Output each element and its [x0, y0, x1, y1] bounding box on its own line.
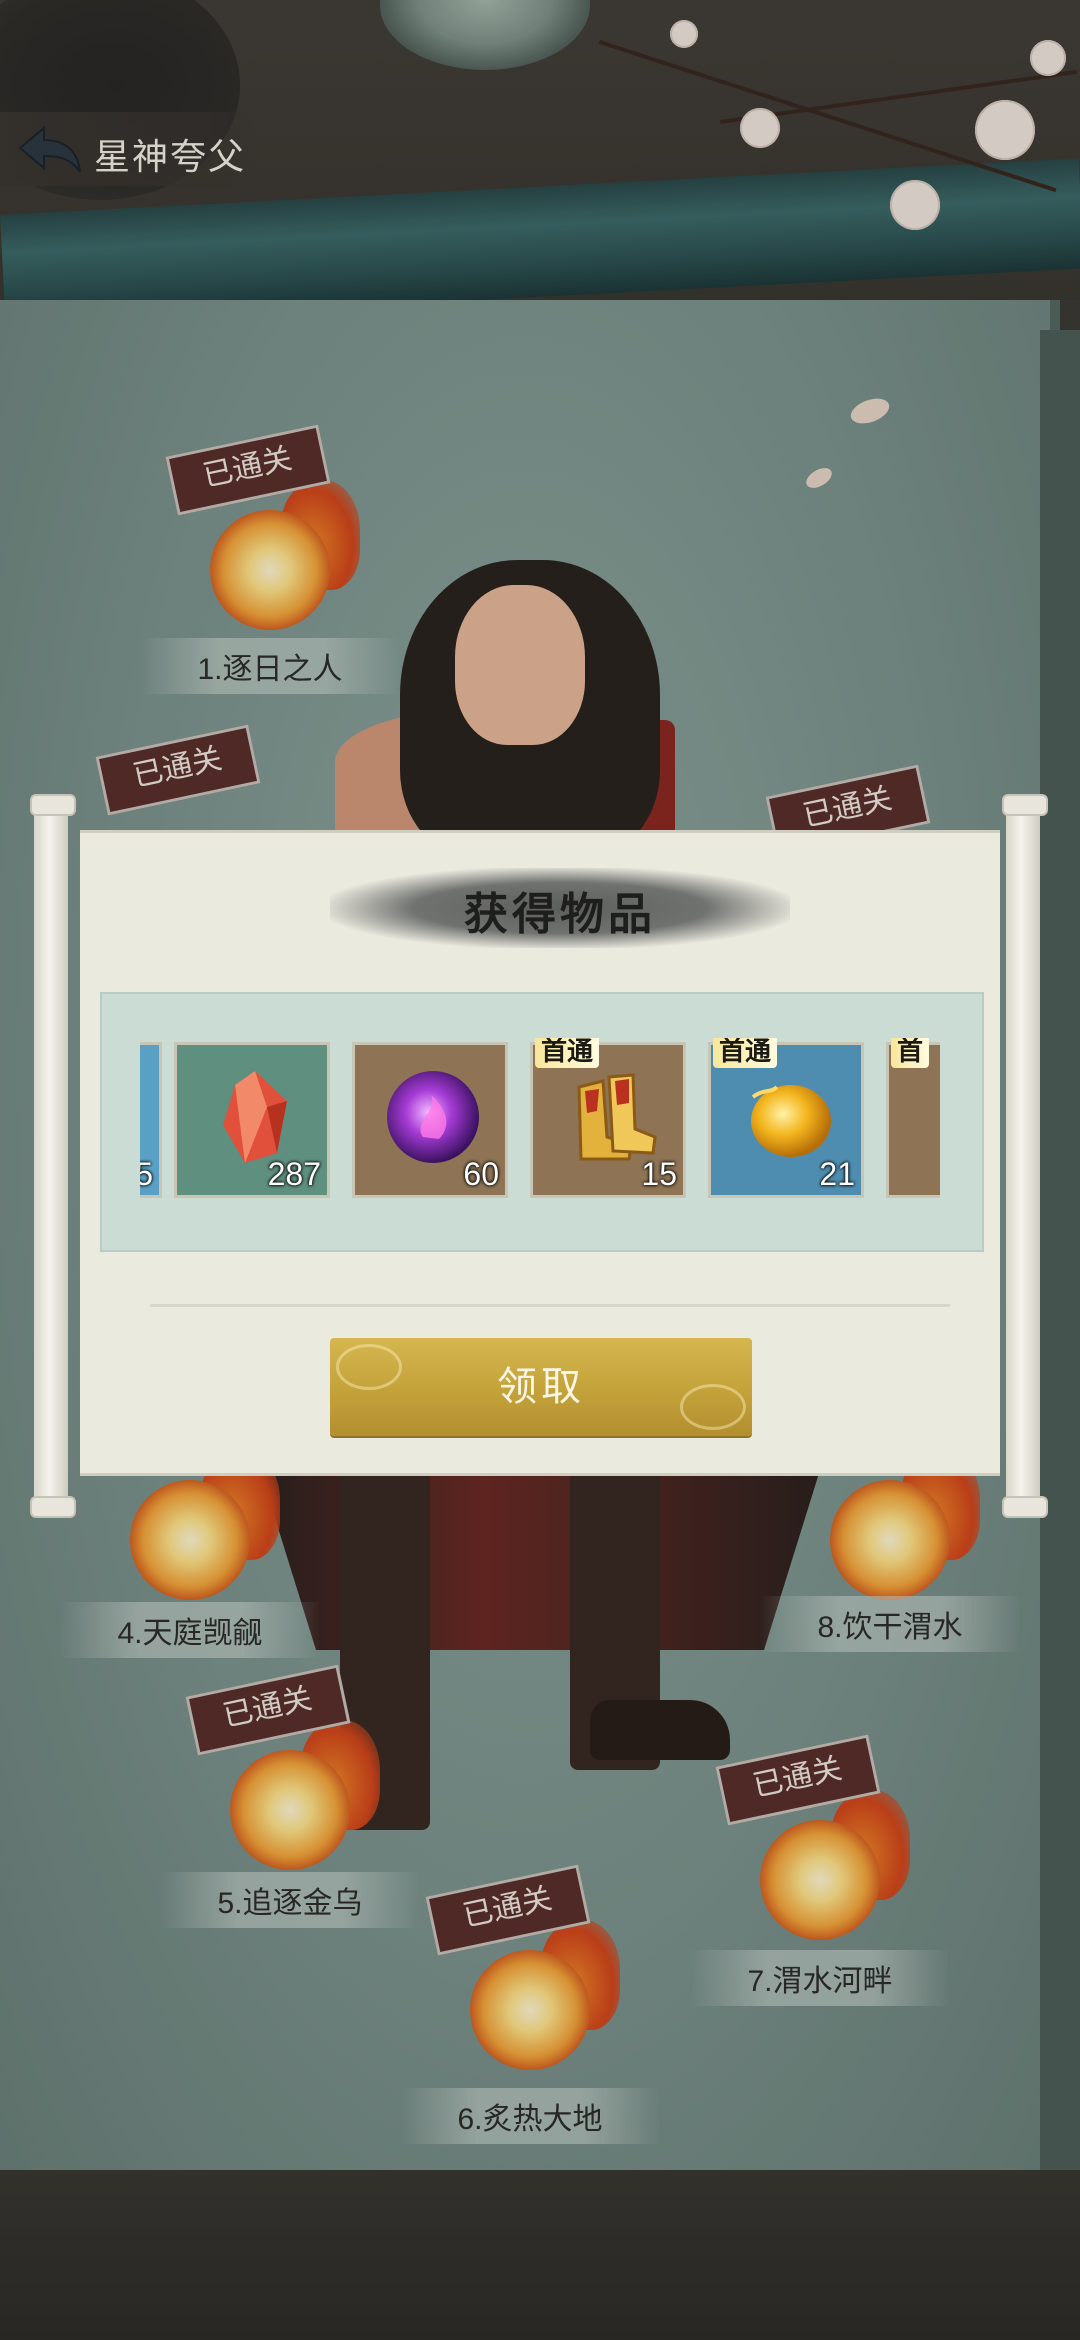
first-clear-badge: 首通 [535, 1038, 600, 1068]
reward-item[interactable]: 首通 21 [708, 1038, 864, 1198]
dialog-divider [150, 1284, 950, 1307]
reward-items-panel[interactable]: 5 287 60 首通 15 首通 21 首 [100, 992, 984, 1252]
reward-item[interactable]: 287 [174, 1042, 330, 1198]
first-clear-badge: 首 [891, 1038, 930, 1068]
gold-ingot-icon [751, 1085, 831, 1157]
rod-cap [1002, 1496, 1048, 1518]
item-count: 15 [641, 1156, 677, 1192]
map-scene: 已通关 1.逐日之人 已通关 已通关 4.天庭觊觎 8.饮干渭水 已通关 5.追… [0, 0, 1080, 2340]
dialog-title: 获得物品 [464, 889, 656, 940]
item-count: 287 [267, 1156, 321, 1192]
rod-cap [1002, 794, 1048, 816]
reward-item[interactable]: 首 [886, 1038, 940, 1198]
scroll-rod-right [1002, 794, 1048, 1518]
red-crystal-icon [223, 1071, 287, 1163]
item-count: 60 [463, 1156, 499, 1192]
cloud-ornament-icon [336, 1344, 402, 1390]
scroll-rod-left [30, 794, 76, 1518]
rod-cap [30, 1496, 76, 1518]
claim-button[interactable]: 领取 [330, 1338, 752, 1436]
reward-item[interactable]: 首通 15 [530, 1038, 686, 1198]
first-clear-badge: 首通 [713, 1038, 778, 1068]
reward-item[interactable]: 5 [140, 1042, 162, 1198]
reward-item[interactable]: 60 [352, 1042, 508, 1198]
rod-cap [30, 794, 76, 816]
purple-orb-icon [387, 1071, 479, 1163]
golden-boots-icon [577, 1073, 657, 1161]
cloud-ornament-icon [680, 1384, 746, 1430]
reward-dialog: 获得物品 5 287 60 首通 15 首通 21 首 领取 [30, 794, 1048, 1518]
claim-button-label: 领取 [497, 1365, 585, 1409]
reward-items-scroller[interactable]: 5 287 60 首通 15 首通 21 首 [140, 1038, 940, 1206]
item-count: 5 [140, 1156, 153, 1192]
item-count: 21 [819, 1156, 855, 1192]
